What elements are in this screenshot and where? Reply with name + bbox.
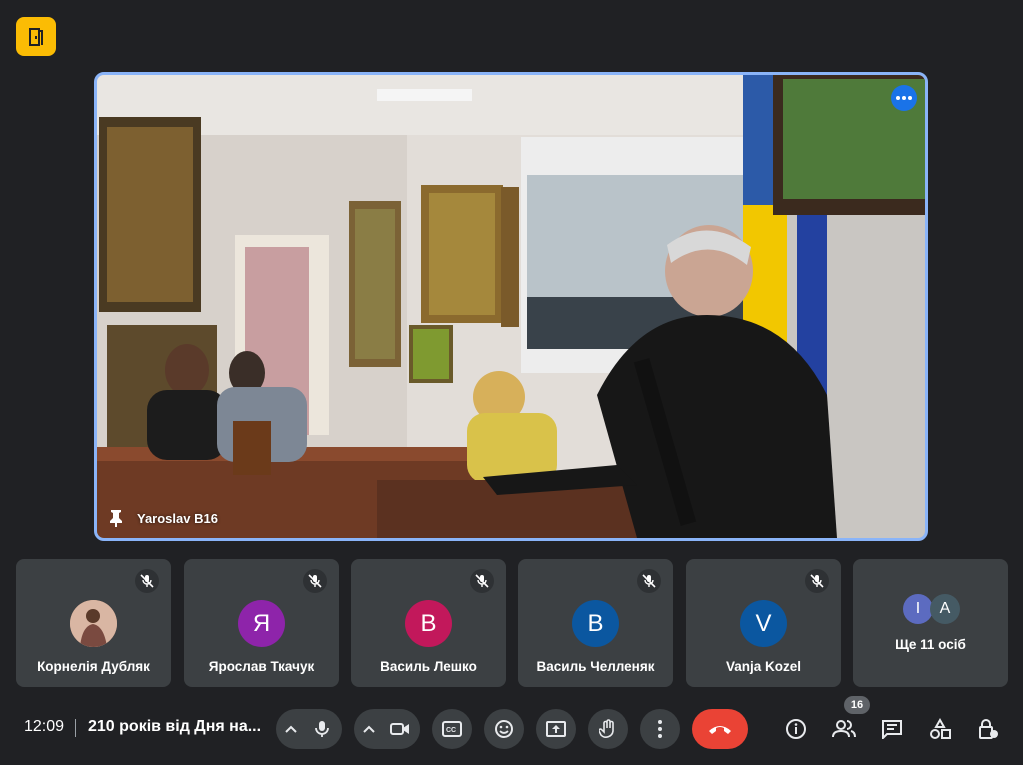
meeting-details-button[interactable] [780,713,812,745]
svg-text:CC: CC [446,727,456,734]
captions-button[interactable]: CC [432,709,472,749]
video-options-button[interactable] [356,713,382,745]
participant-tile[interactable]: Корнелія Дубляк [16,559,171,687]
pinned-participant-name: Yaroslav B16 [137,510,218,526]
chat-icon [882,720,902,739]
camera-icon [390,723,409,735]
captions-icon: CC [442,721,462,737]
avatar: В [572,600,619,647]
more-participants-label: Ще 11 осіб [895,637,966,652]
avatar: A [930,594,960,624]
participant-tile[interactable]: Я Ярослав Ткачук [184,559,339,687]
door-exit-icon [29,27,43,46]
more-participants-tile[interactable]: Ще 11 осіб [853,559,1008,687]
pin-icon[interactable] [109,509,123,527]
present-screen-icon [546,721,566,737]
clock: 12:09 [24,718,65,735]
camera-button[interactable] [380,709,420,749]
mic-off-icon [303,569,327,593]
present-screen-button[interactable] [536,709,576,749]
mic-off-icon [135,569,159,593]
main-video-tile[interactable]: Yaroslav B16 [94,72,928,541]
speaker-video-frame [97,75,925,538]
participant-tile[interactable]: V Vanja Kozel [686,559,841,687]
people-button[interactable] [828,713,860,745]
participant-name: Vanja Kozel [725,659,802,674]
leave-call-button[interactable] [692,709,748,749]
microphone-button[interactable] [302,709,342,749]
participant-name: Ярослав Ткачук [208,659,315,674]
activities-button[interactable] [924,713,956,745]
host-controls-button[interactable] [972,713,1004,745]
reactions-button[interactable] [484,709,524,749]
more-options-button[interactable] [640,709,680,749]
chat-button[interactable] [876,713,908,745]
avatar: Я [238,600,285,647]
mic-off-icon [470,569,494,593]
avatar: В [405,600,452,647]
speaking-indicator-icon [891,85,917,111]
participant-name: Василь Челленяк [536,659,655,674]
chevron-up-icon [285,725,297,733]
chevron-up-icon [363,725,375,733]
meeting-title: 210 років від Дня на... [88,718,262,735]
participant-name: Василь Лешко [380,659,477,674]
audio-options-button[interactable] [278,713,304,745]
participant-tile[interactable]: В Василь Лешко [351,559,506,687]
emoji-icon [495,720,513,738]
raise-hand-button[interactable] [588,709,628,749]
avatar: I [903,594,933,624]
avatar: V [740,600,787,647]
end-call-icon [709,726,731,734]
divider [75,719,76,737]
people-icon [832,720,856,738]
shapes-icon [930,718,951,739]
info-icon [786,719,806,739]
avatar [70,600,117,647]
meeting-brand-button[interactable] [16,17,56,56]
people-count-badge: 16 [844,696,870,714]
lock-person-icon [979,719,998,739]
pinned-participant-label: Yaroslav B16 [109,509,218,527]
participant-name: Корнелія Дубляк [37,659,150,674]
more-vert-icon [658,720,662,738]
mic-off-icon [805,569,829,593]
hand-icon [599,719,614,738]
participant-tile[interactable]: В Василь Челленяк [518,559,673,687]
mic-off-icon [637,569,661,593]
microphone-icon [315,721,329,737]
